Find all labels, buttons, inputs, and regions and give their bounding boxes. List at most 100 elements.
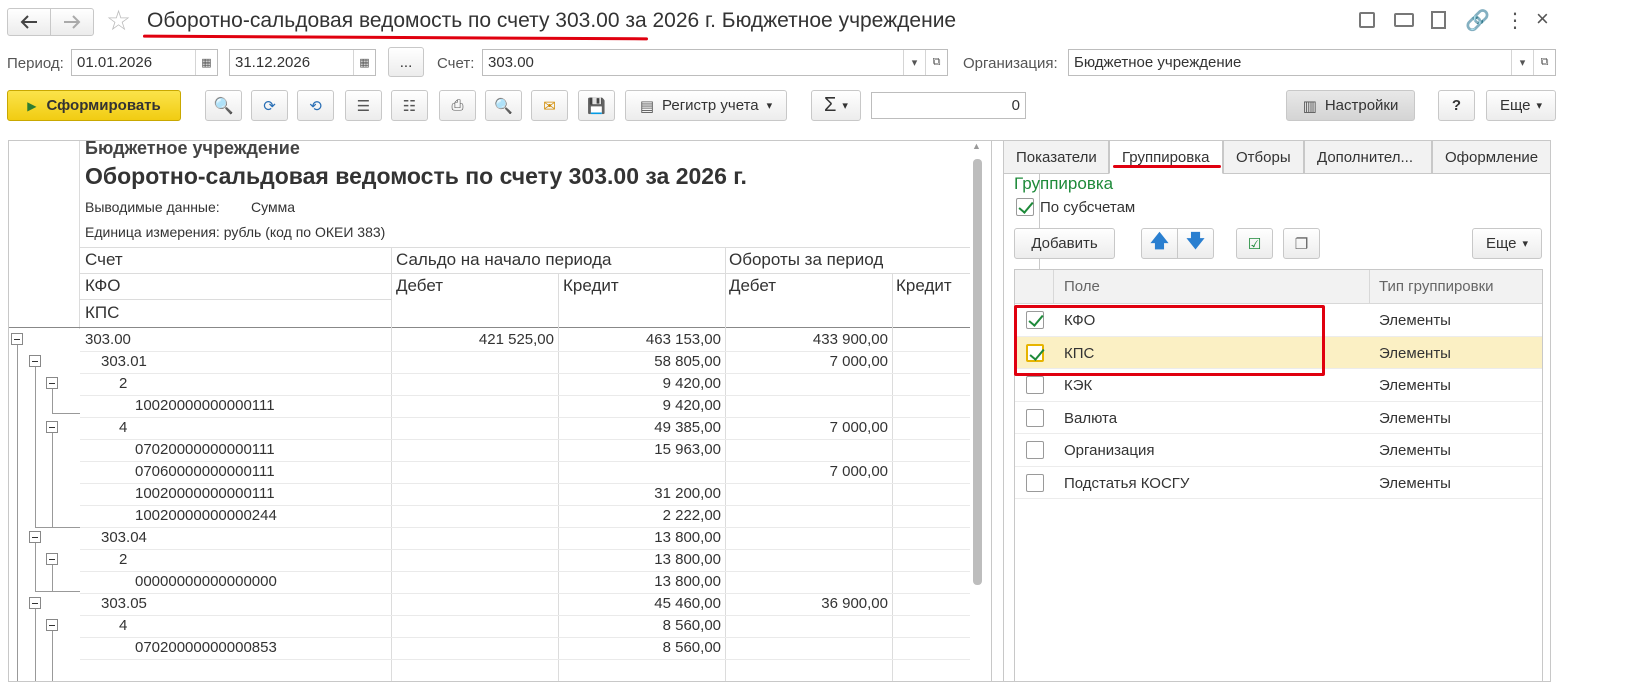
report-row-account[interactable]: 00000000000000000 (135, 573, 435, 590)
collapse-toggle[interactable] (46, 421, 58, 433)
mail-button[interactable]: ✉ (531, 90, 568, 121)
org-field[interactable]: Бюджетное учреждение ▾ ⧉ (1068, 49, 1556, 76)
collapse-toggle[interactable] (46, 553, 58, 565)
account-field[interactable]: 303.00 ▾ ⧉ (482, 49, 948, 76)
report-cell-opening-credit[interactable]: 13 800,00 (561, 573, 721, 590)
save-icon[interactable] (1359, 12, 1375, 28)
report-cell-opening-credit[interactable]: 49 385,00 (561, 419, 721, 436)
save-button[interactable]: 💾 (578, 90, 615, 121)
report-row-account[interactable]: 303.04 (101, 529, 401, 546)
print-icon[interactable] (1394, 13, 1414, 27)
open-icon[interactable]: ⧉ (1533, 50, 1555, 75)
report-row-account[interactable]: 07060000000000111 (135, 463, 435, 480)
grouping-row-type[interactable]: Элементы (1379, 312, 1451, 329)
report-cell-opening-credit[interactable]: 13 800,00 (561, 551, 721, 568)
chevron-down-icon[interactable]: ▾ (903, 50, 925, 75)
grouping-row-type[interactable]: Элементы (1379, 377, 1451, 394)
add-button[interactable]: Добавить (1014, 228, 1115, 259)
move-down-button[interactable]: 🡇 (1177, 228, 1214, 259)
calendar-icon[interactable]: ▦ (195, 50, 217, 75)
report-cell-opening-credit[interactable]: 463 153,00 (561, 331, 721, 348)
report-row-account[interactable]: 303.05 (101, 595, 401, 612)
period-select-button[interactable]: ... (388, 47, 424, 77)
grouping-row-checkbox[interactable] (1026, 408, 1044, 427)
forward-button[interactable] (50, 8, 94, 36)
sum-button[interactable]: Σ ▾ (811, 90, 861, 121)
preview-icon[interactable] (1431, 11, 1446, 29)
more-button[interactable]: Еще ▾ (1486, 90, 1556, 121)
report-row-account[interactable]: 10020000000000111 (135, 397, 435, 414)
settings-button[interactable]: ▥ Настройки (1286, 90, 1415, 121)
collapse-button[interactable]: ☷ (391, 90, 428, 121)
grouping-row-checkbox[interactable] (1026, 441, 1044, 459)
expand-button[interactable]: ☰ (345, 90, 382, 121)
collapse-toggle[interactable] (29, 531, 41, 543)
collapse-toggle[interactable] (46, 377, 58, 389)
preview-button[interactable]: 🔍 (485, 90, 522, 121)
report-cell-turnover-debit[interactable]: 7 000,00 (728, 353, 888, 370)
move-up-button[interactable]: 🡅 (1141, 228, 1178, 259)
grouping-row-checkbox[interactable] (1026, 376, 1044, 394)
report-cell-opening-credit[interactable]: 2 222,00 (561, 507, 721, 524)
report-cell-opening-credit[interactable]: 15 963,00 (561, 441, 721, 458)
uncheck-all-button[interactable]: ❐ (1283, 228, 1320, 259)
grouping-row-type[interactable]: Элементы (1379, 475, 1451, 492)
report-row-account[interactable]: 303.01 (101, 353, 401, 370)
collapse-toggle[interactable] (46, 619, 58, 631)
generate-button[interactable]: ▶ Сформировать (7, 90, 181, 121)
check-all-button[interactable]: ☑ (1236, 228, 1273, 259)
report-cell-opening-debit[interactable]: 421 525,00 (394, 331, 554, 348)
report-cell-turnover-debit[interactable]: 7 000,00 (728, 419, 888, 436)
find-prev-button[interactable]: ⟲ (297, 90, 334, 121)
tab-additional[interactable]: Дополнител... (1304, 140, 1432, 174)
report-cell-opening-credit[interactable]: 8 560,00 (561, 617, 721, 634)
report-cell-opening-credit[interactable]: 9 420,00 (561, 375, 721, 392)
collapse-toggle[interactable] (29, 597, 41, 609)
find-next-button[interactable]: ⟳ (251, 90, 288, 121)
tab-appearance[interactable]: Оформление (1432, 140, 1551, 174)
report-cell-opening-credit[interactable]: 8 560,00 (561, 639, 721, 656)
open-icon[interactable]: ⧉ (925, 50, 947, 75)
report-cell-turnover-debit[interactable]: 7 000,00 (728, 463, 888, 480)
report-cell-opening-credit[interactable]: 31 200,00 (561, 485, 721, 502)
tab-filters[interactable]: Отборы (1223, 140, 1304, 174)
report-row-account[interactable]: 07020000000000853 (135, 639, 435, 656)
calendar-icon[interactable]: ▦ (353, 50, 375, 75)
report-cell-opening-credit[interactable]: 9 420,00 (561, 397, 721, 414)
tab-grouping[interactable]: Группировка (1109, 140, 1223, 174)
report-row-account[interactable]: 303.00 (85, 331, 385, 348)
grouping-row[interactable]: Валюта Элементы (1015, 402, 1542, 434)
report-cell-turnover-debit[interactable]: 36 900,00 (728, 595, 888, 612)
report-row-account[interactable]: 4 (119, 419, 419, 436)
close-icon[interactable]: × (1536, 6, 1549, 32)
report-row-account[interactable]: 10020000000000244 (135, 507, 435, 524)
print-button[interactable]: ⎙ (439, 90, 476, 121)
more-vertical-icon[interactable]: ⋮ (1505, 8, 1525, 33)
help-button[interactable]: ? (1438, 90, 1475, 121)
report-row-account[interactable]: 07020000000000111 (135, 441, 435, 458)
report-cell-opening-credit[interactable]: 45 460,00 (561, 595, 721, 612)
grouping-row-checkbox[interactable] (1026, 473, 1044, 492)
favorite-star-icon[interactable]: ☆ (106, 6, 131, 36)
by-subaccounts-checkbox[interactable] (1016, 198, 1034, 216)
scroll-up-icon[interactable]: ▲ (972, 141, 981, 151)
report-cell-opening-credit[interactable]: 13 800,00 (561, 529, 721, 546)
back-button[interactable] (7, 8, 51, 36)
report-scrollbar[interactable] (973, 159, 982, 585)
report-row-account[interactable]: 2 (119, 551, 419, 568)
report-row-account[interactable]: 4 (119, 617, 419, 634)
link-icon[interactable]: 🔗 (1465, 8, 1490, 33)
report-row-account[interactable]: 10020000000000111 (135, 485, 435, 502)
grouping-row-type[interactable]: Элементы (1379, 442, 1451, 459)
register-button[interactable]: ▤ Регистр учета ▾ (625, 90, 787, 121)
chevron-down-icon[interactable]: ▾ (1511, 50, 1533, 75)
grouping-row-type[interactable]: Элементы (1379, 410, 1451, 427)
report-row-account[interactable]: 2 (119, 375, 419, 392)
report-cell-opening-credit[interactable]: 58 805,00 (561, 353, 721, 370)
collapse-toggle[interactable] (11, 333, 23, 345)
date-to-field[interactable]: 31.12.2026 ▦ (229, 49, 376, 76)
grid-more-button[interactable]: Еще ▾ (1472, 228, 1542, 259)
grouping-row-type[interactable]: Элементы (1379, 345, 1451, 362)
tab-indicators[interactable]: Показатели (1003, 140, 1109, 174)
report-area[interactable]: Бюджетное учреждение Оборотно-сальдовая … (8, 140, 1040, 682)
